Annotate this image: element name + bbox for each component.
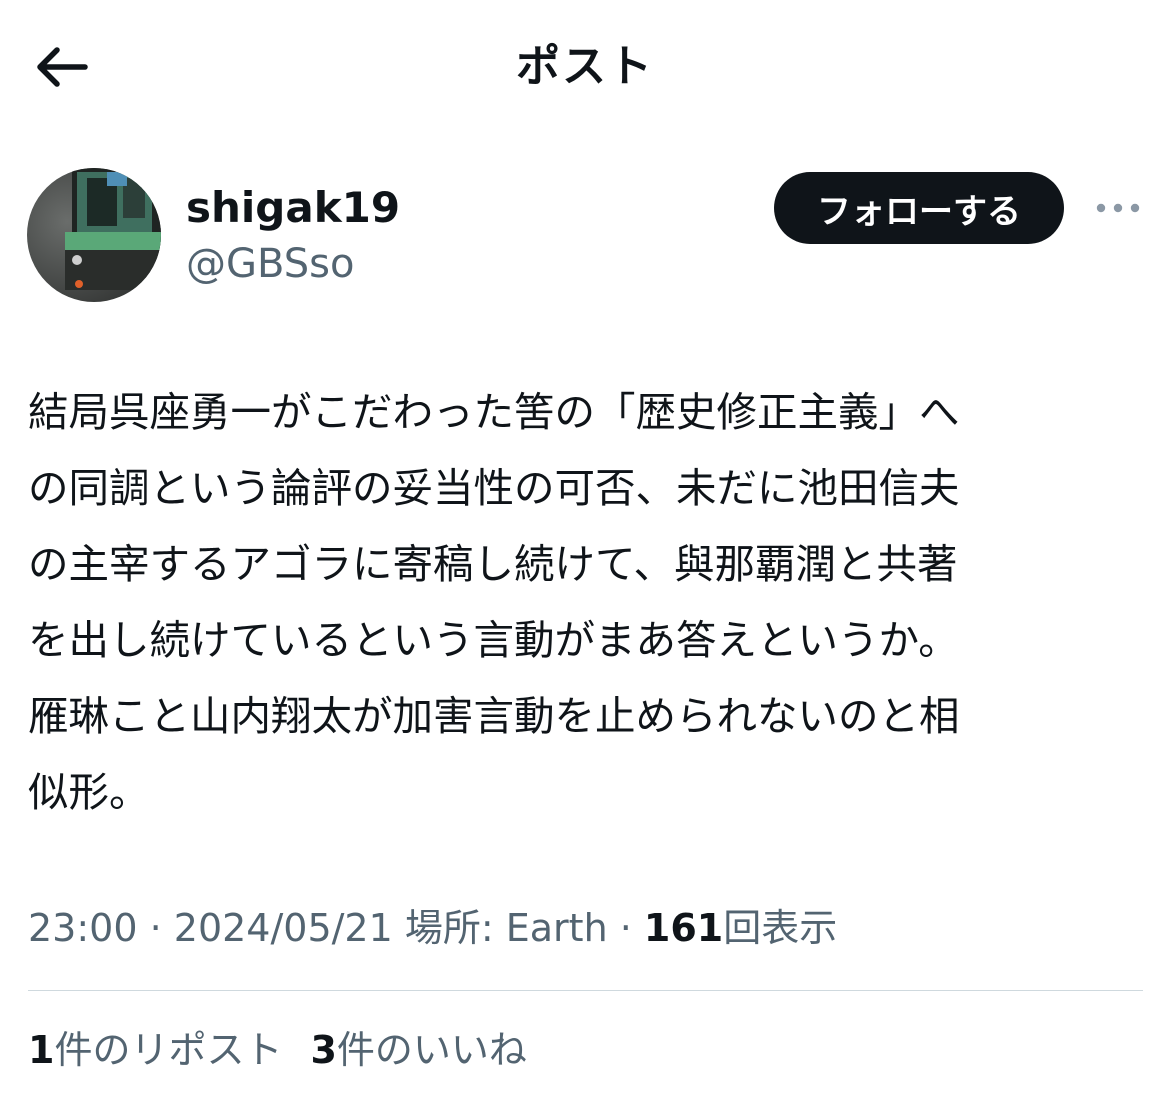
post-text: 結局呉座勇一がこだわった筈の「歴史修正主義」へ の同調という論評の妥当性の可否、… [28, 388, 960, 816]
reposts-stat[interactable]: 1件のリポスト [28, 1022, 282, 1078]
post-page: ポスト shigak19 @GBSso フォローする 結局呉座勇一がこだわった筈… [0, 0, 1170, 1103]
more-horizontal-icon [1096, 203, 1140, 213]
more-options-button[interactable] [1090, 186, 1146, 230]
top-bar: ポスト [0, 0, 1170, 140]
reposts-count: 1 [28, 1028, 55, 1072]
post-time-link[interactable]: 23:00 · 2024/05/21 [28, 906, 393, 950]
location-label: 場所: [392, 906, 506, 950]
likes-label: 件のいいね [336, 1028, 527, 1072]
views-label: 回表示 [723, 906, 838, 950]
post-meta: 23:00 · 2024/05/21 場所: Earth · 161回表示 [28, 900, 837, 956]
post-time: 23:00 [28, 906, 138, 950]
user-handle[interactable]: @GBSso [186, 238, 354, 290]
views-count: 161 [643, 906, 724, 950]
divider [28, 990, 1143, 991]
meta-separator: · [137, 906, 174, 950]
avatar-image [27, 168, 161, 302]
likes-stat[interactable]: 3件のいいね [310, 1022, 526, 1078]
display-name[interactable]: shigak19 [186, 182, 400, 234]
likes-count: 3 [310, 1028, 337, 1072]
engagement-stats: 1件のリポスト 3件のいいね [28, 1022, 555, 1078]
page-title: ポスト [516, 41, 654, 92]
reposts-label: 件のリポスト [54, 1028, 283, 1072]
follow-button[interactable]: フォローする [774, 172, 1064, 244]
location-value: Earth [505, 906, 608, 950]
avatar[interactable] [27, 168, 161, 302]
post-date: 2024/05/21 [173, 906, 393, 950]
meta-separator: · [607, 906, 644, 950]
